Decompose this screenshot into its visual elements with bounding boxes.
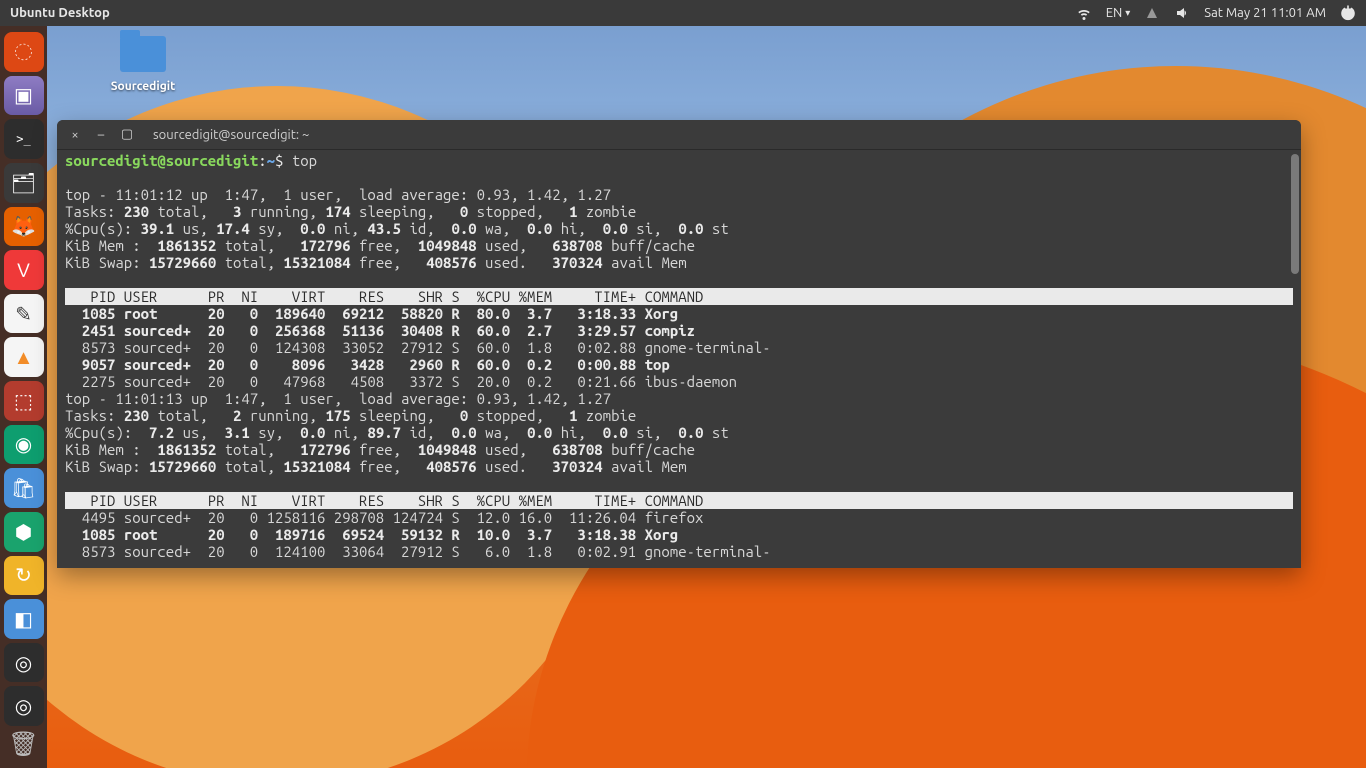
launcher-vlc[interactable]: ▲: [4, 337, 44, 377]
folder-icon: [120, 36, 166, 72]
top-panel: Ubuntu Desktop EN▾ Sat May 21 11:01 AM: [0, 0, 1366, 26]
top-summary: top - 11:01:13 up 1:47, 1 user, load ave…: [65, 390, 1293, 407]
launcher-disk-1[interactable]: ◎: [4, 643, 44, 683]
process-row: 8573 sourced+ 20 0 124100 33064 27912 S …: [65, 543, 1293, 560]
top-cpu: %Cpu(s): 7.2 us, 3.1 sy, 0.0 ni, 89.7 id…: [65, 424, 1293, 441]
desktop-folder[interactable]: Sourcedigit: [100, 36, 186, 93]
process-header: PID USER PR NI VIRT RES SHR S %CPU %MEM …: [65, 288, 1293, 305]
launcher-firefox[interactable]: 🦊: [4, 207, 44, 247]
blank: [65, 271, 1293, 288]
launcher-vivaldi[interactable]: V: [4, 250, 44, 290]
launcher-filemgr[interactable]: 🗂: [4, 163, 44, 203]
process-row: 2275 sourced+ 20 0 47968 4508 3372 S 20.…: [65, 373, 1293, 390]
clock[interactable]: Sat May 21 11:01 AM: [1204, 6, 1326, 20]
activities-label[interactable]: Ubuntu Desktop: [10, 6, 110, 20]
launcher-archive[interactable]: ⬚: [4, 381, 44, 421]
launcher-settings[interactable]: ⬢: [4, 512, 44, 552]
process-header: PID USER PR NI VIRT RES SHR S %CPU %MEM …: [65, 492, 1293, 509]
launcher-files[interactable]: ▣: [4, 76, 44, 116]
process-row: 1085 root 20 0 189640 69212 58820 R 80.0…: [65, 305, 1293, 322]
top-tasks: Tasks: 230 total, 2 running, 175 sleepin…: [65, 407, 1293, 424]
clock-label: Sat May 21 11:01 AM: [1204, 6, 1326, 20]
terminal-window: × – ▢ sourcedigit@sourcedigit: ~ sourced…: [57, 120, 1301, 568]
top-cpu: %Cpu(s): 39.1 us, 17.4 sy, 0.0 ni, 43.5 …: [65, 220, 1293, 237]
launcher: ◌ ▣ >_ 🗂 🦊 V ✎ ▲ ⬚ ◉ 🛍 ⬢ ↻ ◧ ◎ ◎ 🗑: [0, 26, 47, 768]
launcher-disk-2[interactable]: ◎: [4, 686, 44, 726]
volume-icon[interactable]: [1174, 5, 1190, 21]
process-row: 1085 root 20 0 189716 69524 59132 R 10.0…: [65, 526, 1293, 543]
launcher-updater[interactable]: ↻: [4, 556, 44, 596]
blank: [65, 169, 1293, 186]
terminal-titlebar[interactable]: × – ▢ sourcedigit@sourcedigit: ~: [57, 120, 1301, 150]
top-swap: KiB Swap: 15729660 total, 15321084 free,…: [65, 458, 1293, 475]
wifi-icon[interactable]: [1076, 5, 1092, 21]
launcher-dash[interactable]: ◌: [4, 32, 44, 72]
process-row: 8573 sourced+ 20 0 124308 33052 27912 S …: [65, 339, 1293, 356]
desktop-folder-label: Sourcedigit: [111, 80, 176, 93]
maximize-icon[interactable]: ▢: [119, 127, 135, 142]
launcher-terminal[interactable]: >_: [4, 119, 44, 159]
terminal-title: sourcedigit@sourcedigit: ~: [153, 128, 309, 142]
top-swap: KiB Swap: 15729660 total, 15321084 free,…: [65, 254, 1293, 271]
scrollbar[interactable]: [1291, 154, 1299, 274]
launcher-trash[interactable]: 🗑: [8, 730, 38, 758]
network-icon[interactable]: [1144, 5, 1160, 21]
blank: [65, 475, 1293, 492]
top-mem: KiB Mem : 1861352 total, 172796 free, 10…: [65, 441, 1293, 458]
top-mem: KiB Mem : 1861352 total, 172796 free, 10…: [65, 237, 1293, 254]
process-row: 4495 sourced+ 20 0 1258116 298708 124724…: [65, 509, 1293, 526]
language-label: EN: [1106, 6, 1123, 20]
process-row: 2451 sourced+ 20 0 256368 51136 30408 R …: [65, 322, 1293, 339]
top-tasks: Tasks: 230 total, 3 running, 174 sleepin…: [65, 203, 1293, 220]
launcher-app[interactable]: ◧: [4, 599, 44, 639]
minimize-icon[interactable]: –: [93, 128, 109, 142]
terminal-content[interactable]: sourcedigit@sourcedigit:~$ top top - 11:…: [57, 150, 1301, 568]
language-indicator[interactable]: EN▾: [1106, 6, 1131, 20]
launcher-screenshot[interactable]: ◉: [4, 425, 44, 465]
prompt-line: sourcedigit@sourcedigit:~$ top: [65, 152, 1293, 169]
close-icon[interactable]: ×: [67, 128, 83, 142]
process-row: 9057 sourced+ 20 0 8096 3428 2960 R 60.0…: [65, 356, 1293, 373]
top-summary: top - 11:01:12 up 1:47, 1 user, load ave…: [65, 186, 1293, 203]
launcher-software[interactable]: 🛍: [4, 468, 44, 508]
launcher-gedit[interactable]: ✎: [4, 294, 44, 334]
power-icon[interactable]: [1340, 5, 1356, 21]
